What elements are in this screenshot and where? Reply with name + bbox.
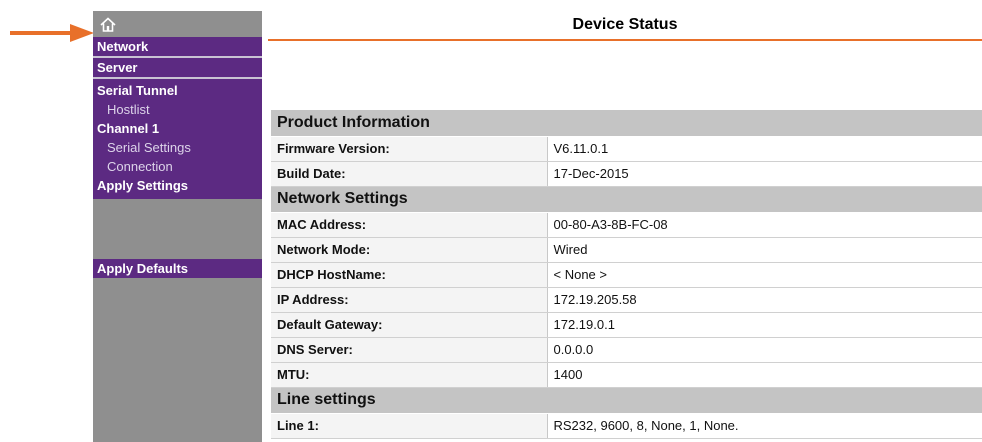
- sidebar-item-apply-settings[interactable]: Apply Settings: [93, 176, 262, 195]
- section-header-product-information: Product Information: [271, 110, 982, 137]
- row-label-build-date: Build Date:: [271, 161, 547, 187]
- home-link[interactable]: [93, 11, 262, 37]
- row-value-build-date: 17-Dec-2015: [546, 161, 982, 187]
- row-label-dhcp-hostname: DHCP HostName:: [271, 262, 547, 288]
- row-label-dns-server: DNS Server:: [271, 337, 547, 363]
- section-heading: Product Information: [271, 110, 982, 137]
- nav-group-defaults: Apply Defaults: [93, 259, 262, 278]
- main-content: Device Status Product Information Firmwa…: [268, 11, 982, 442]
- row-value-mtu: 1400: [546, 362, 982, 388]
- row-label-firmware-version: Firmware Version:: [271, 136, 547, 162]
- table-row: Network Mode: Wired: [271, 237, 982, 263]
- row-value-default-gateway: 172.19.0.1: [546, 312, 982, 338]
- row-value-mac-address: 00-80-A3-8B-FC-08: [546, 212, 982, 238]
- section-header-network-settings: Network Settings: [271, 186, 982, 213]
- row-label-mac-address: MAC Address:: [271, 212, 547, 238]
- sidebar-item-server[interactable]: Server: [93, 58, 262, 79]
- section-heading: Network Settings: [271, 186, 982, 213]
- row-value-firmware-version: V6.11.0.1: [546, 136, 982, 162]
- nav-group-channels: Serial Tunnel Hostlist Channel 1 Serial …: [93, 79, 262, 199]
- table-row: Line 1: RS232, 9600, 8, None, 1, None.: [271, 413, 982, 439]
- table-row: Build Date: 17-Dec-2015: [271, 161, 982, 187]
- cropped-header-area: [300, 0, 982, 11]
- home-icon: [100, 16, 116, 32]
- page-title: Device Status: [268, 11, 982, 41]
- sidebar-item-hostlist[interactable]: Hostlist: [93, 100, 262, 119]
- sidebar-item-apply-defaults[interactable]: Apply Defaults: [93, 259, 262, 278]
- nav-group-primary: Network Server: [93, 37, 262, 79]
- table-row: Default Gateway: 172.19.0.1: [271, 312, 982, 338]
- table-row: DNS Server: 0.0.0.0: [271, 337, 982, 363]
- table-row: MTU: 1400: [271, 362, 982, 388]
- row-value-dhcp-hostname: < None >: [546, 262, 982, 288]
- section-header-line-settings: Line settings: [271, 387, 982, 414]
- row-value-ip-address: 172.19.205.58: [546, 287, 982, 313]
- row-label-default-gateway: Default Gateway:: [271, 312, 547, 338]
- sidebar-item-network[interactable]: Network: [93, 37, 262, 58]
- sidebar-item-serial-tunnel[interactable]: Serial Tunnel: [93, 81, 262, 100]
- sidebar-item-connection[interactable]: Connection: [93, 157, 262, 176]
- row-label-line-1: Line 1:: [271, 413, 547, 439]
- row-value-line-1: RS232, 9600, 8, None, 1, None.: [546, 413, 982, 439]
- sidebar-item-serial-settings[interactable]: Serial Settings: [93, 138, 262, 157]
- section-heading: Line settings: [271, 387, 982, 414]
- row-label-network-mode: Network Mode:: [271, 237, 547, 263]
- row-value-network-mode: Wired: [546, 237, 982, 263]
- device-status-table: Product Information Firmware Version: V6…: [271, 110, 982, 439]
- sidebar: Network Server Serial Tunnel Hostlist Ch…: [93, 11, 262, 442]
- row-label-mtu: MTU:: [271, 362, 547, 388]
- row-label-ip-address: IP Address:: [271, 287, 547, 313]
- sidebar-item-channel-1[interactable]: Channel 1: [93, 119, 262, 138]
- table-row: Firmware Version: V6.11.0.1: [271, 136, 982, 162]
- pointer-arrow-icon: [10, 24, 94, 42]
- table-row: IP Address: 172.19.205.58: [271, 287, 982, 313]
- row-value-dns-server: 0.0.0.0: [546, 337, 982, 363]
- table-row: DHCP HostName: < None >: [271, 262, 982, 288]
- table-row: MAC Address: 00-80-A3-8B-FC-08: [271, 212, 982, 238]
